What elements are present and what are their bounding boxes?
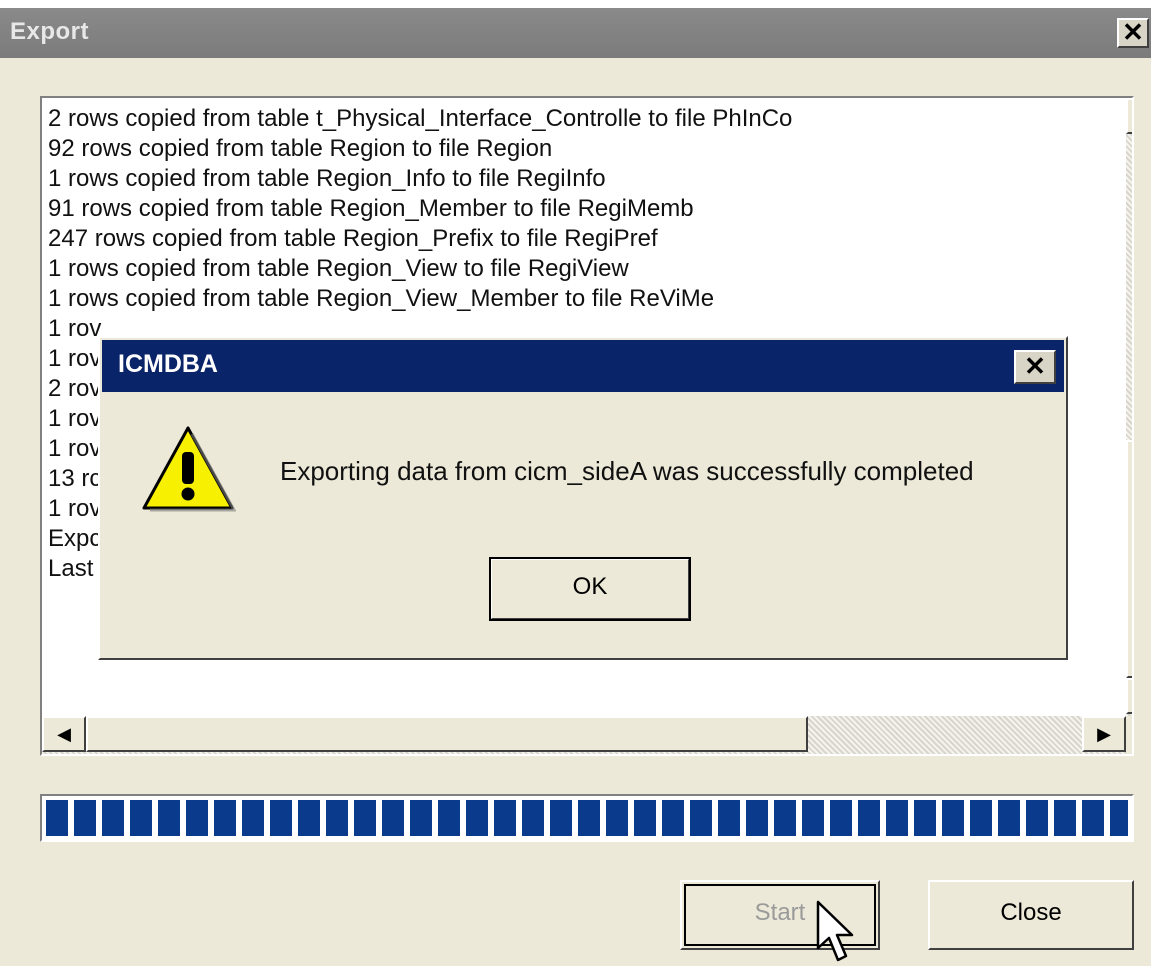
progress-fill	[46, 800, 1128, 836]
dialog-close-icon[interactable]: ✕	[1014, 350, 1056, 384]
arrow-left-icon: ◀	[57, 724, 71, 744]
horizontal-scroll-thumb[interactable]	[86, 716, 808, 752]
scroll-left-button[interactable]: ◀	[42, 716, 86, 752]
scroll-up-button[interactable]: ▲	[1126, 98, 1132, 134]
export-titlebar[interactable]: Export ✕	[0, 8, 1151, 58]
export-title: Export	[10, 18, 90, 45]
close-button[interactable]: Close	[928, 880, 1134, 950]
log-line: 91 rows copied from table Region_Member …	[48, 195, 694, 222]
ok-button[interactable]: OK	[489, 557, 691, 621]
mouse-cursor-icon	[816, 900, 854, 962]
log-line: 92 rows copied from table Region to file…	[48, 135, 553, 162]
dialog-titlebar[interactable]: ICMDBA ✕	[102, 340, 1064, 392]
log-line: 1 rows copied from table Region_View to …	[48, 255, 629, 282]
vertical-scrollbar[interactable]: ▲ ▼	[1126, 98, 1132, 716]
dialog-title: ICMDBA	[118, 350, 218, 378]
log-line: 247 rows copied from table Region_Prefix…	[48, 225, 658, 252]
export-window: Export ✕ 2 rows copied from table t_Phys…	[0, 8, 1151, 966]
vertical-scroll-thumb[interactable]	[1126, 440, 1132, 678]
icmdba-message-dialog: ICMDBA ✕ Exporting data from cicm_sideA …	[98, 336, 1068, 660]
scroll-down-button[interactable]: ▼	[1126, 678, 1132, 714]
export-progress-bar	[40, 794, 1134, 842]
arrow-right-icon: ▶	[1097, 724, 1111, 744]
background-strip	[0, 0, 1151, 8]
log-line: 1 rows copied from table Region_Info to …	[48, 165, 606, 192]
scroll-right-button[interactable]: ▶	[1082, 716, 1126, 752]
log-line: 2 rows copied from table t_Physical_Inte…	[48, 105, 793, 132]
log-line: 1 rows copied from table Region_View_Mem…	[48, 285, 715, 312]
warning-icon	[142, 426, 236, 512]
export-close-icon[interactable]: ✕	[1117, 18, 1149, 48]
scrollbar-corner	[1126, 716, 1132, 754]
horizontal-scrollbar[interactable]: ◀ ▶	[42, 716, 1126, 754]
dialog-message: Exporting data from cicm_sideA was succe…	[280, 456, 974, 486]
